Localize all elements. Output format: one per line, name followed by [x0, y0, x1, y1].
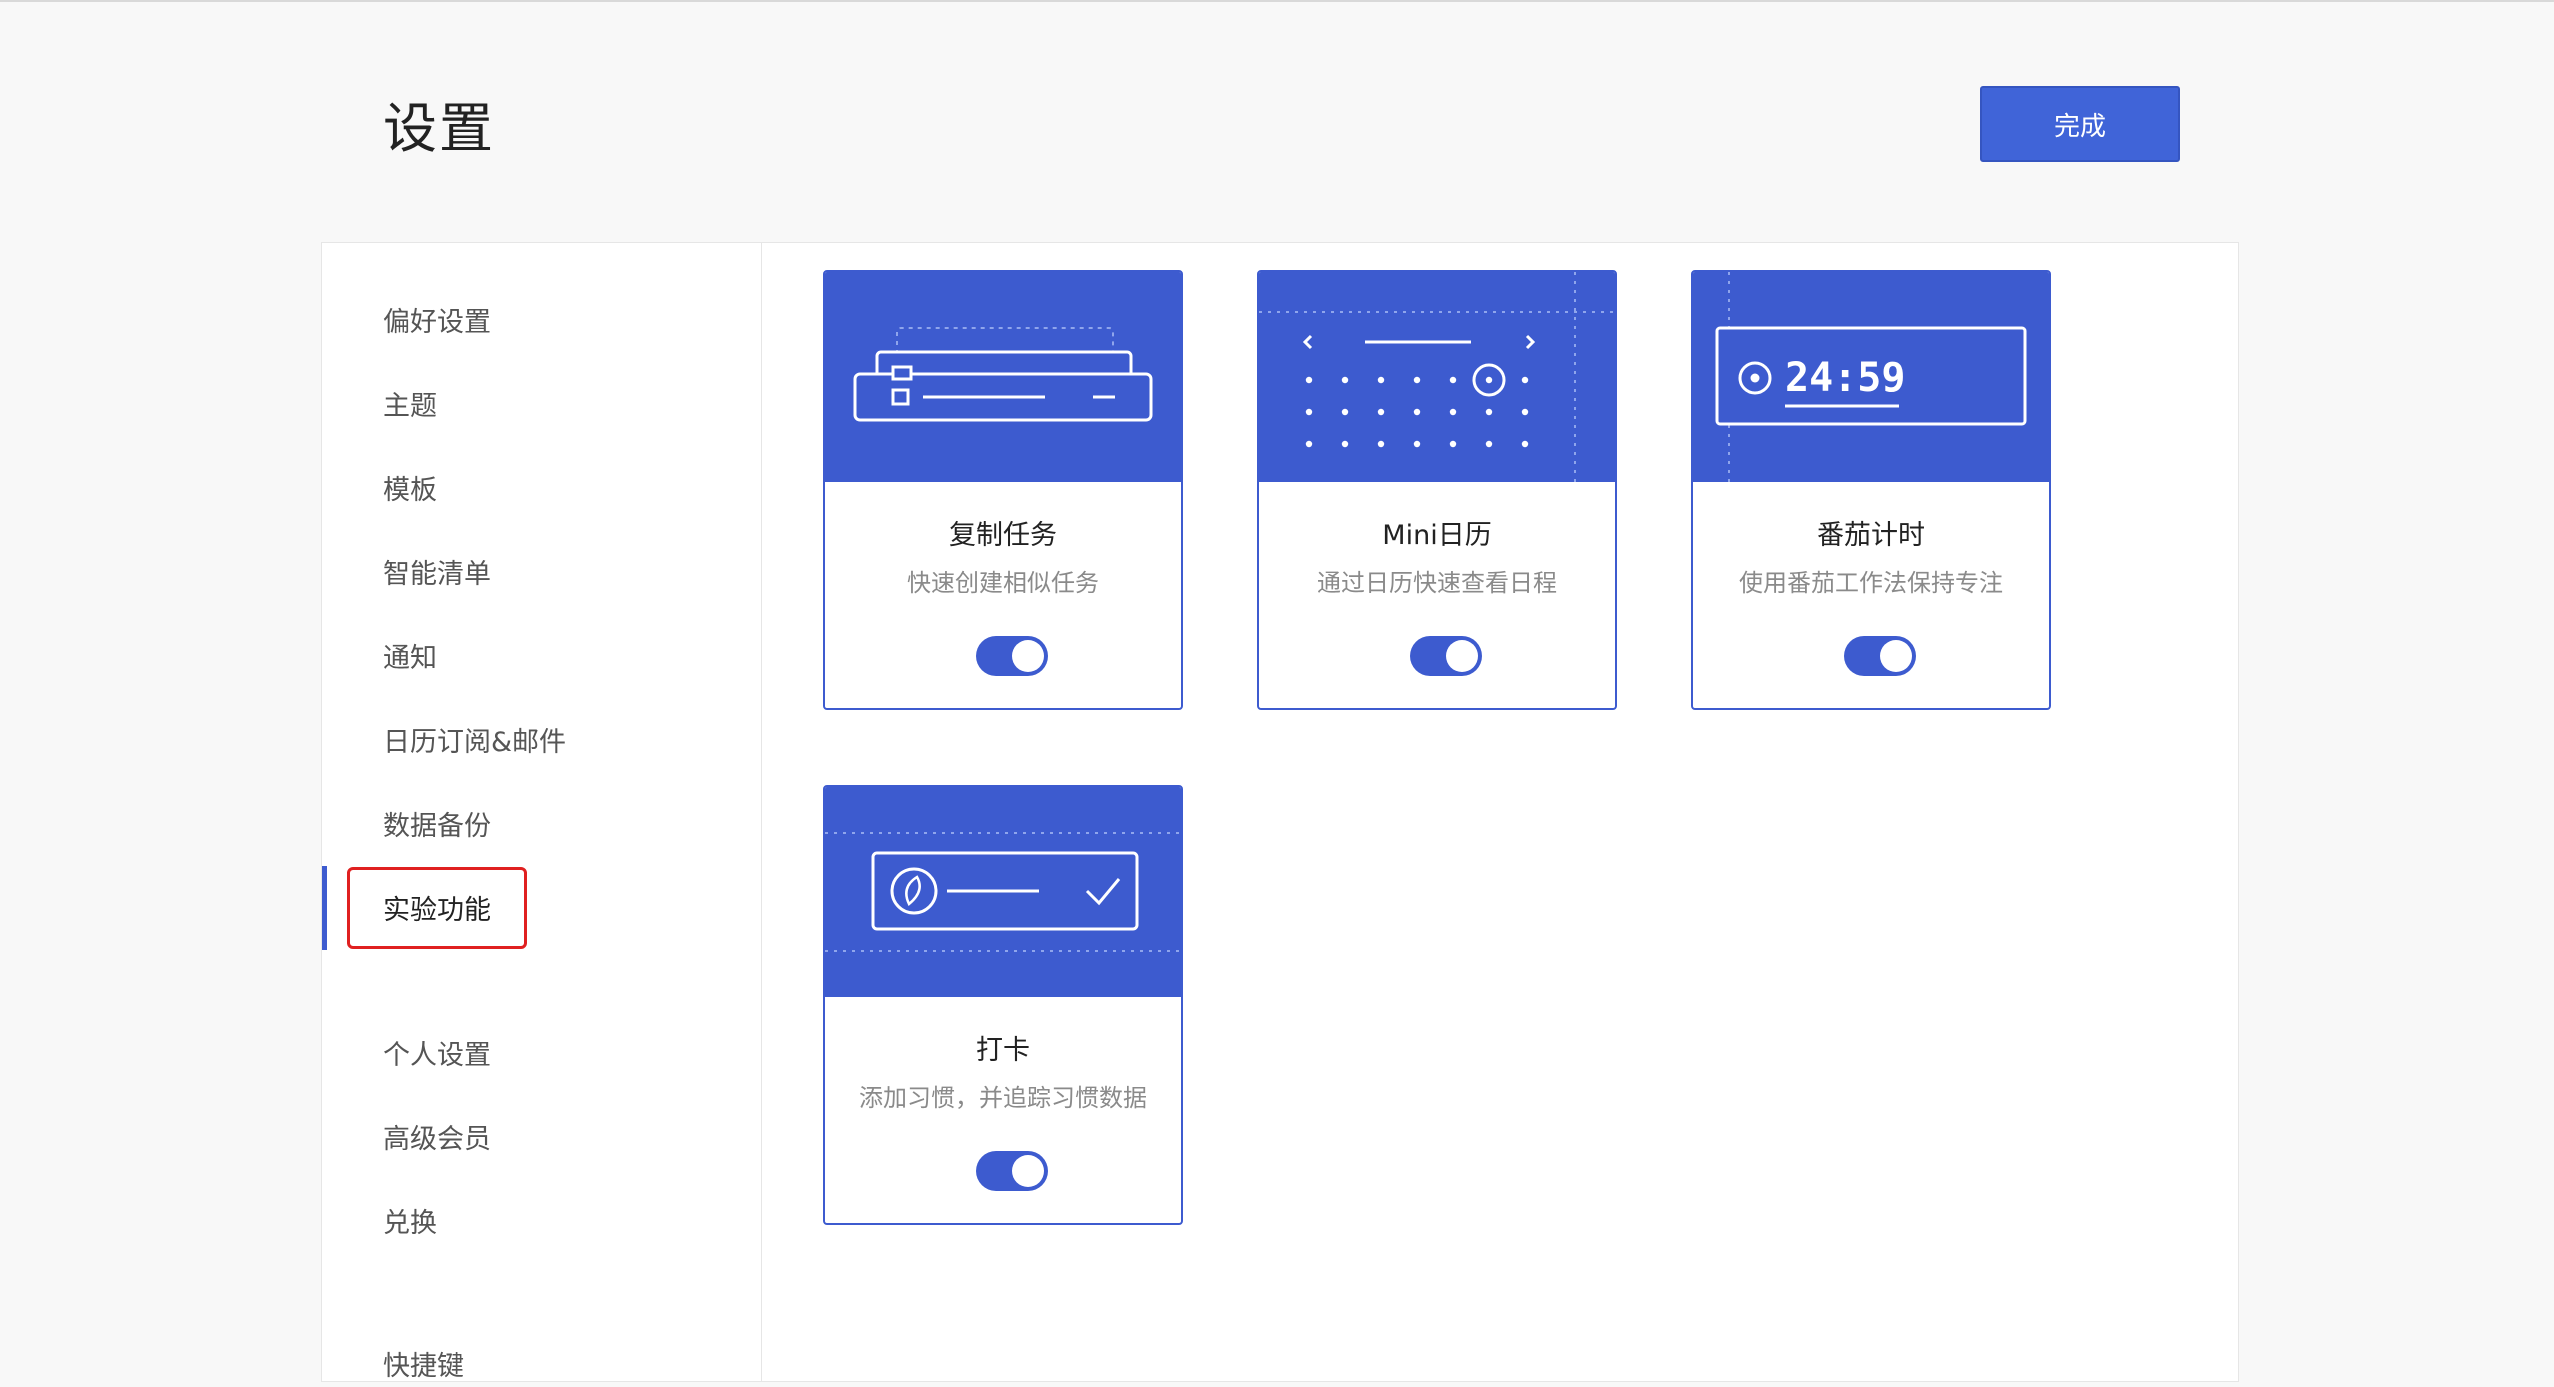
- habit-checkin-icon: [825, 832, 1181, 952]
- feature-card-duplicate-task: 复制任务 快速创建相似任务: [823, 270, 1183, 710]
- toggle-knob: [1880, 640, 1912, 672]
- feature-title: 番茄计时: [1817, 520, 1925, 551]
- sidebar-item-templates[interactable]: 模板: [383, 471, 437, 511]
- pomodoro-timer-icon: 24:59: [1715, 272, 2027, 482]
- feature-banner: 24:59: [1693, 272, 2049, 482]
- feature-description: 快速创建相似任务: [907, 569, 1099, 597]
- top-divider: [0, 0, 2554, 2]
- sidebar-item-calendar-mail[interactable]: 日历订阅&邮件: [383, 723, 566, 763]
- sidebar-item-labs[interactable]: 实验功能: [383, 891, 491, 931]
- sidebar-item-redeem[interactable]: 兑换: [383, 1204, 437, 1244]
- mini-calendar-icon: [1259, 272, 1615, 482]
- feature-card-pomodoro: 24:59 番茄计时 使用番茄工作法保持专注: [1691, 270, 2051, 710]
- feature-description: 添加习惯，并追踪习惯数据: [859, 1084, 1147, 1112]
- feature-toggle[interactable]: [976, 1151, 1048, 1191]
- sidebar-item-notifications[interactable]: 通知: [383, 639, 437, 679]
- page-title: 设置: [383, 97, 495, 160]
- feature-title: Mini日历: [1382, 520, 1492, 551]
- feature-card-mini-calendar: Mini日历 通过日历快速查看日程: [1257, 270, 1617, 710]
- feature-banner: [825, 787, 1181, 997]
- sidebar-item-account[interactable]: 个人设置: [383, 1036, 491, 1076]
- active-indicator: [322, 866, 327, 950]
- sidebar-item-preferences[interactable]: 偏好设置: [383, 303, 491, 343]
- feature-description: 使用番茄工作法保持专注: [1739, 569, 2003, 597]
- feature-title: 打卡: [976, 1035, 1030, 1066]
- done-button[interactable]: 完成: [1980, 86, 2180, 162]
- feature-banner: [825, 272, 1181, 482]
- feature-description: 通过日历快速查看日程: [1317, 569, 1557, 597]
- feature-toggle[interactable]: [1410, 636, 1482, 676]
- sidebar-item-backup[interactable]: 数据备份: [383, 807, 491, 847]
- settings-sidebar: 偏好设置 主题 模板 智能清单 通知 日历订阅&邮件 数据备份 实验功能 个人设…: [322, 243, 762, 1382]
- feature-title: 复制任务: [949, 520, 1057, 551]
- toggle-knob: [1012, 1155, 1044, 1187]
- toggle-knob: [1446, 640, 1478, 672]
- sidebar-item-premium[interactable]: 高级会员: [383, 1120, 491, 1160]
- timer-readout: 24:59: [1785, 355, 1905, 401]
- sidebar-item-shortcuts[interactable]: 快捷键: [383, 1347, 464, 1387]
- duplicate-task-icon: [853, 327, 1153, 422]
- sidebar-item-theme[interactable]: 主题: [383, 387, 437, 427]
- feature-banner: [1259, 272, 1615, 482]
- settings-panel: 偏好设置 主题 模板 智能清单 通知 日历订阅&邮件 数据备份 实验功能 个人设…: [321, 242, 2239, 1382]
- feature-toggle[interactable]: [1844, 636, 1916, 676]
- feature-card-habit: 打卡 添加习惯，并追踪习惯数据: [823, 785, 1183, 1225]
- toggle-knob: [1012, 640, 1044, 672]
- feature-toggle[interactable]: [976, 636, 1048, 676]
- sidebar-item-smart-lists[interactable]: 智能清单: [383, 555, 491, 595]
